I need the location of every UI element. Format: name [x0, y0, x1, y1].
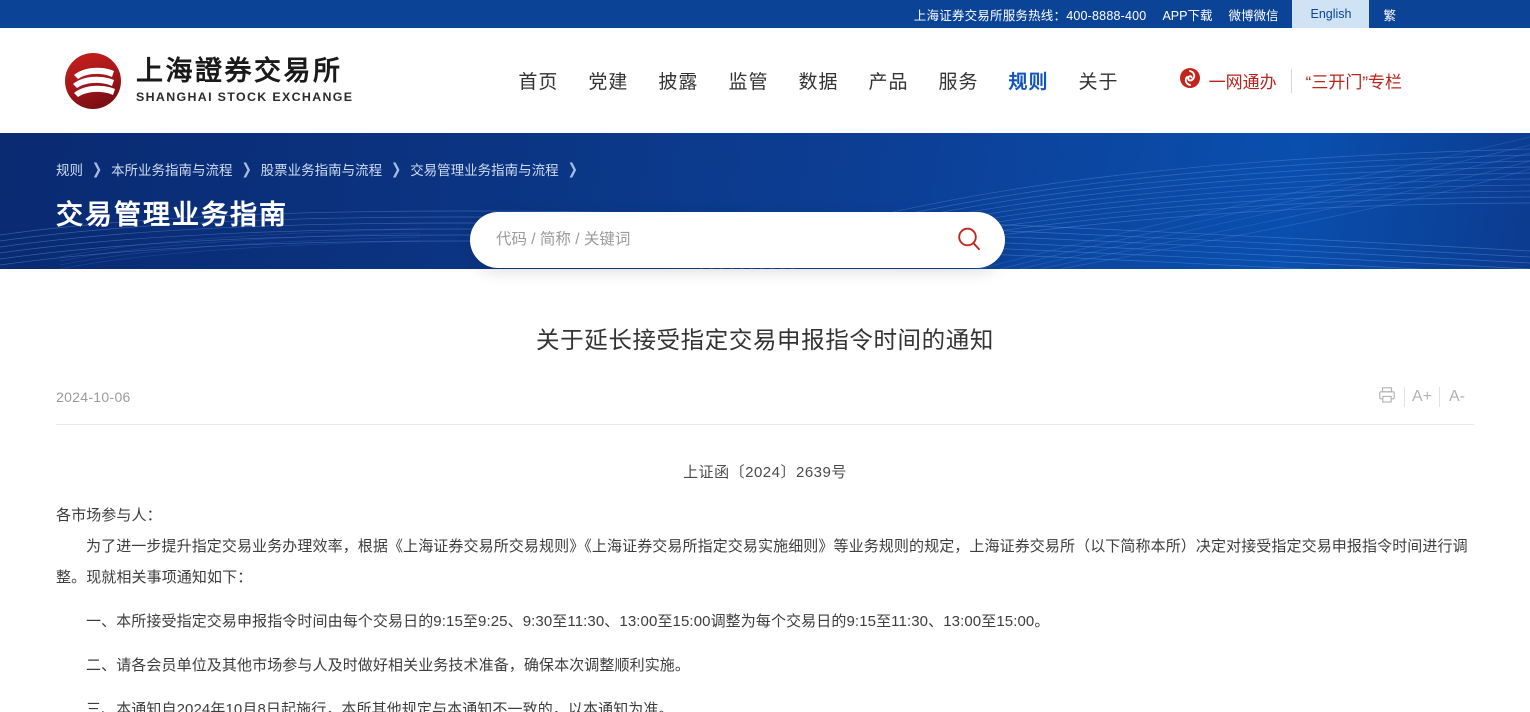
article-tools: A+ A-: [1370, 384, 1474, 410]
article-body: 各市场参与人： 为了进一步提升指定交易业务办理效率，根据《上海证券交易所交易规则…: [56, 500, 1474, 712]
header-links-divider: [1291, 69, 1292, 93]
site-header: 上海證券交易所 SHANGHAI STOCK EXCHANGE 首页 党建 披露…: [0, 28, 1530, 133]
document-number: 上证函〔2024〕2639号: [0, 461, 1530, 482]
sse-logo-icon: [62, 51, 124, 111]
topbar-tail-spacer: [1410, 0, 1530, 28]
article-date: 2024-10-06: [56, 389, 131, 405]
service-hotline: 上海证券交易所服务热线：400-8888-400: [914, 5, 1147, 24]
one-stop-service-label: 一网通办: [1209, 68, 1277, 93]
weibo-wechat-link[interactable]: 微博微信: [1228, 5, 1278, 24]
language-traditional-button[interactable]: 繁: [1369, 0, 1410, 28]
nav-item-supervision[interactable]: 监管: [728, 67, 768, 94]
site-logo[interactable]: 上海證券交易所 SHANGHAI STOCK EXCHANGE: [62, 51, 353, 111]
paragraph-item-1: 一、本所接受指定交易申报指令时间由每个交易日的9:15至9:25、9:30至11…: [56, 606, 1474, 637]
header-right-links: 一网通办 “三开门”专栏: [1179, 67, 1402, 94]
article-meta-row: 2024-10-06 A+ A-: [56, 384, 1474, 425]
breadcrumb: 规则 ❯ 本所业务指南与流程 ❯ 股票业务指南与流程 ❯ 交易管理业务指南与流程…: [56, 159, 1530, 179]
paragraph-intro: 为了进一步提升指定交易业务办理效率，根据《上海证券交易所交易规则》《上海证券交易…: [56, 531, 1474, 593]
breadcrumb-item-rules[interactable]: 规则: [56, 159, 83, 179]
nav-item-rules[interactable]: 规则: [1009, 67, 1049, 94]
breadcrumb-item-trading-mgmt-guides[interactable]: 交易管理业务指南与流程: [410, 159, 559, 179]
paragraph-item-3: 三、本通知自2024年10月8日起施行，本所其他规定与本通知不一致的，以本通知为…: [56, 694, 1474, 712]
one-stop-service-icon: [1179, 67, 1201, 94]
font-increase-button[interactable]: A+: [1405, 384, 1439, 410]
search-bar: [470, 212, 1005, 268]
chevron-right-icon: ❯: [242, 160, 252, 178]
paragraph-item-2: 二、请各会员单位及其他市场参与人及时做好相关业务技术准备，确保本次调整顺利实施。: [56, 650, 1474, 681]
logo-english-name: SHANGHAI STOCK EXCHANGE: [136, 91, 353, 103]
breadcrumb-item-stock-guides[interactable]: 股票业务指南与流程: [261, 159, 383, 179]
logo-chinese-name: 上海證券交易所: [136, 58, 353, 85]
font-increase-label: A+: [1412, 388, 1432, 406]
nav-item-about[interactable]: 关于: [1079, 67, 1119, 94]
font-decrease-button[interactable]: A-: [1440, 384, 1474, 410]
nav-item-products[interactable]: 产品: [868, 67, 908, 94]
font-decrease-label: A-: [1449, 388, 1465, 406]
search-button[interactable]: [941, 212, 997, 268]
article-title: 关于延长接受指定交易申报指令时间的通知: [0, 321, 1530, 355]
main-navigation: 首页 党建 披露 监管 数据 产品 服务 规则 关于: [518, 67, 1118, 94]
chevron-right-icon: ❯: [391, 160, 401, 178]
chevron-right-icon: ❯: [568, 160, 578, 178]
nav-item-party[interactable]: 党建: [588, 67, 628, 94]
article-container: 关于延长接受指定交易申报指令时间的通知 2024-10-06 A+ A-: [0, 269, 1530, 712]
top-utility-inner: 上海证券交易所服务热线：400-8888-400 APP下载 微博微信: [914, 0, 1279, 28]
breadcrumb-item-exchange-guides[interactable]: 本所业务指南与流程: [111, 159, 233, 179]
logo-text-block: 上海證券交易所 SHANGHAI STOCK EXCHANGE: [136, 58, 353, 103]
nav-item-services[interactable]: 服务: [938, 67, 978, 94]
salutation: 各市场参与人：: [56, 500, 1474, 531]
language-english-button[interactable]: English: [1292, 0, 1369, 28]
nav-item-disclosure[interactable]: 披露: [658, 67, 698, 94]
nav-item-home[interactable]: 首页: [518, 67, 558, 94]
one-stop-service-link[interactable]: 一网通办: [1179, 67, 1277, 94]
nav-item-data[interactable]: 数据: [798, 67, 838, 94]
search-input[interactable]: [496, 231, 941, 249]
app-download-link[interactable]: APP下载: [1162, 5, 1212, 24]
print-button[interactable]: [1370, 384, 1404, 410]
printer-icon: [1378, 386, 1396, 409]
chevron-right-icon: ❯: [92, 160, 102, 178]
search-icon: [955, 225, 983, 256]
top-utility-bar: 上海证券交易所服务热线：400-8888-400 APP下载 微博微信 Engl…: [0, 0, 1530, 28]
three-open-doors-link[interactable]: “三开门”专栏: [1306, 68, 1402, 93]
